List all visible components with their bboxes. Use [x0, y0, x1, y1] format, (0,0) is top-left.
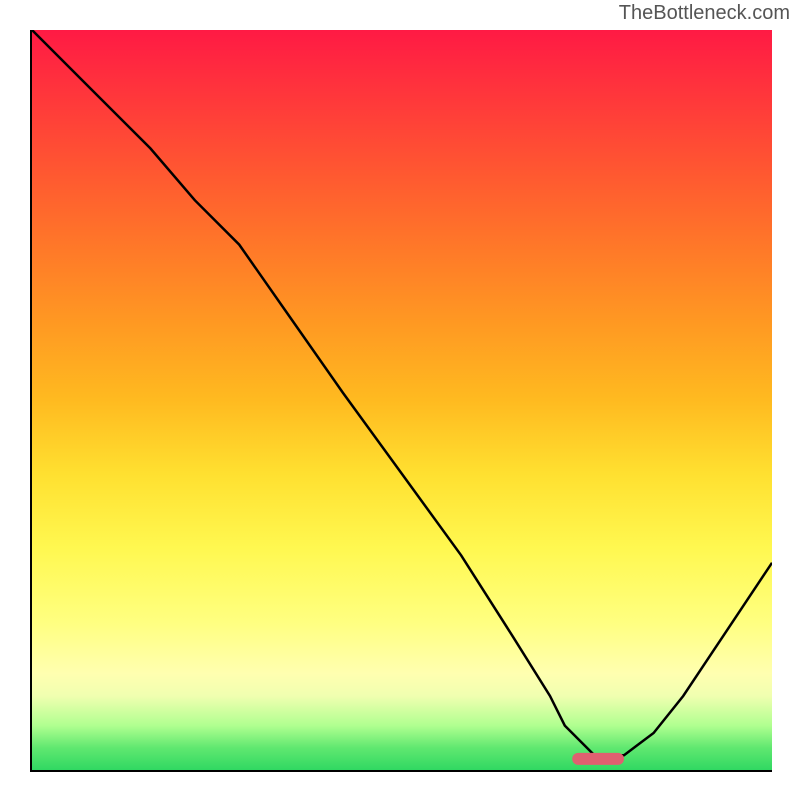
chart-svg	[32, 30, 772, 770]
marker-pill	[572, 753, 624, 765]
curve-path	[32, 30, 772, 755]
watermark-text: TheBottleneck.com	[619, 2, 790, 25]
plot-area	[30, 30, 772, 772]
